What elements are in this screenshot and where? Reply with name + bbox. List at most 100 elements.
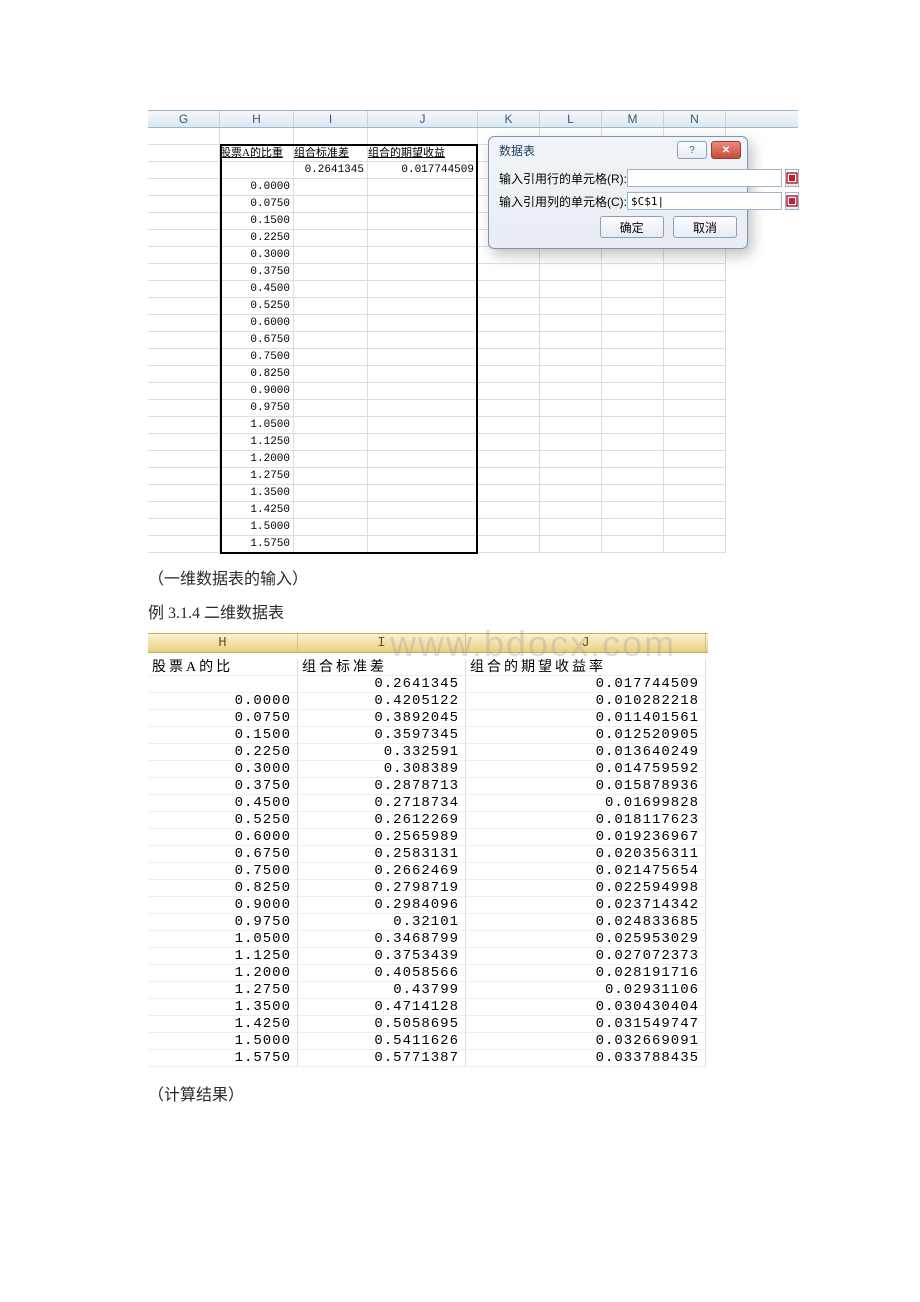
cell[interactable]: [602, 536, 664, 553]
cell[interactable]: [294, 298, 368, 315]
table-row[interactable]: 0.6000: [148, 315, 798, 332]
cell[interactable]: 0.6000: [220, 315, 294, 332]
table-row[interactable]: 1.0500: [148, 417, 798, 434]
cell[interactable]: [294, 332, 368, 349]
cell[interactable]: [148, 366, 220, 383]
cell[interactable]: [368, 468, 478, 485]
cell[interactable]: [294, 247, 368, 264]
table-row[interactable]: 1.3500: [148, 485, 798, 502]
cell[interactable]: 0.9750: [220, 400, 294, 417]
cell[interactable]: [148, 485, 220, 502]
cell[interactable]: [602, 281, 664, 298]
cell[interactable]: [540, 536, 602, 553]
cell[interactable]: [294, 179, 368, 196]
cell[interactable]: [368, 332, 478, 349]
cell[interactable]: [602, 349, 664, 366]
cell[interactable]: [368, 502, 478, 519]
cell[interactable]: [664, 485, 726, 502]
cell[interactable]: [540, 264, 602, 281]
cell[interactable]: [294, 349, 368, 366]
cell[interactable]: [368, 434, 478, 451]
cell[interactable]: [148, 400, 220, 417]
cell[interactable]: [540, 247, 602, 264]
cell[interactable]: 0.0750: [220, 196, 294, 213]
cell[interactable]: 0.6750: [220, 332, 294, 349]
cell[interactable]: [664, 434, 726, 451]
cell[interactable]: [148, 247, 220, 264]
table-row[interactable]: 1.2000: [148, 451, 798, 468]
cell[interactable]: [478, 502, 540, 519]
cell[interactable]: [368, 196, 478, 213]
cell[interactable]: [540, 417, 602, 434]
table-row[interactable]: 0.5250: [148, 298, 798, 315]
cell[interactable]: [294, 128, 368, 145]
cell[interactable]: [368, 213, 478, 230]
cell[interactable]: [664, 451, 726, 468]
cell[interactable]: [478, 485, 540, 502]
cell[interactable]: 股票A的比重: [220, 145, 294, 162]
cell[interactable]: [148, 434, 220, 451]
cell[interactable]: [148, 179, 220, 196]
cell[interactable]: [478, 417, 540, 434]
cell[interactable]: [368, 400, 478, 417]
cell[interactable]: 1.2750: [220, 468, 294, 485]
cell[interactable]: [148, 162, 220, 179]
cell[interactable]: [664, 247, 726, 264]
cell[interactable]: [540, 468, 602, 485]
cell[interactable]: [602, 434, 664, 451]
cell[interactable]: [664, 264, 726, 281]
table-row[interactable]: 1.4250: [148, 502, 798, 519]
cell[interactable]: 0.2250: [220, 230, 294, 247]
cell[interactable]: [368, 247, 478, 264]
cell[interactable]: 0.2641345: [294, 162, 368, 179]
col-range-picker-icon[interactable]: [785, 192, 799, 210]
cell[interactable]: [368, 485, 478, 502]
col-header-J[interactable]: J: [368, 111, 478, 127]
cell[interactable]: [148, 281, 220, 298]
col-header-H[interactable]: H: [220, 111, 294, 127]
cell[interactable]: 0.7500: [220, 349, 294, 366]
cell[interactable]: [664, 332, 726, 349]
cell[interactable]: [368, 230, 478, 247]
cell[interactable]: [540, 502, 602, 519]
cell[interactable]: [664, 281, 726, 298]
cell[interactable]: [602, 366, 664, 383]
cell[interactable]: 0.017744509: [368, 162, 478, 179]
cell[interactable]: [478, 264, 540, 281]
cell[interactable]: [294, 400, 368, 417]
cell[interactable]: [148, 145, 220, 162]
cell[interactable]: [294, 502, 368, 519]
cell[interactable]: 0.1500: [220, 213, 294, 230]
cell[interactable]: [602, 332, 664, 349]
cell[interactable]: [148, 298, 220, 315]
table-row[interactable]: 1.2750: [148, 468, 798, 485]
cell[interactable]: [664, 502, 726, 519]
cell[interactable]: [540, 400, 602, 417]
cell[interactable]: 1.0500: [220, 417, 294, 434]
cell[interactable]: [478, 315, 540, 332]
table-row[interactable]: 0.9750: [148, 400, 798, 417]
cell[interactable]: [664, 298, 726, 315]
cell[interactable]: [148, 536, 220, 553]
cell[interactable]: [602, 485, 664, 502]
cell[interactable]: 1.4250: [220, 502, 294, 519]
cell[interactable]: [220, 162, 294, 179]
cell[interactable]: [294, 281, 368, 298]
cell[interactable]: [148, 468, 220, 485]
cell[interactable]: [664, 366, 726, 383]
cell[interactable]: 0.4500: [220, 281, 294, 298]
cell[interactable]: [148, 519, 220, 536]
cell[interactable]: 0.3750: [220, 264, 294, 281]
cell[interactable]: [602, 502, 664, 519]
cell[interactable]: [368, 281, 478, 298]
cell[interactable]: [664, 536, 726, 553]
cell[interactable]: [664, 468, 726, 485]
cell[interactable]: [148, 349, 220, 366]
cell[interactable]: [148, 451, 220, 468]
cell[interactable]: [602, 247, 664, 264]
cell[interactable]: [478, 468, 540, 485]
cell[interactable]: [148, 332, 220, 349]
cell[interactable]: [602, 264, 664, 281]
cell[interactable]: [148, 230, 220, 247]
cell[interactable]: [602, 400, 664, 417]
